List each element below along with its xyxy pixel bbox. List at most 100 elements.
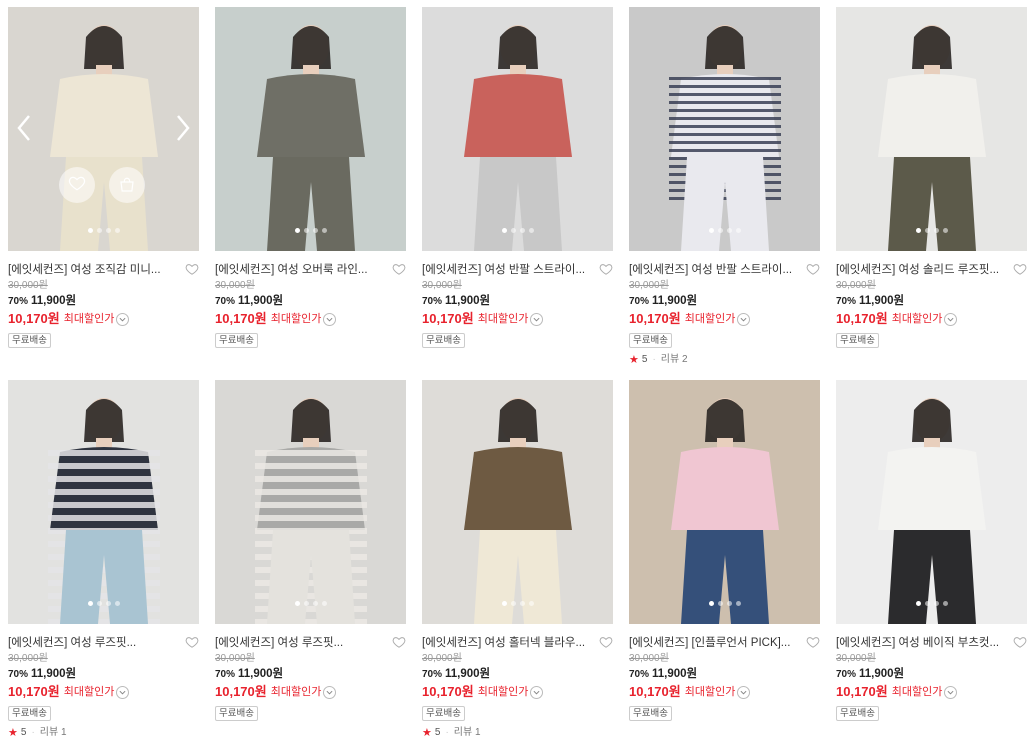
pager-dot[interactable] bbox=[303, 601, 309, 606]
max-discount-toggle[interactable] bbox=[737, 312, 751, 326]
max-discount-toggle[interactable] bbox=[116, 312, 130, 326]
pager-dot[interactable] bbox=[708, 601, 714, 606]
image-pager-dots[interactable] bbox=[629, 228, 820, 233]
product-image-area[interactable] bbox=[8, 7, 199, 251]
pager-dot[interactable] bbox=[942, 228, 948, 233]
product-card[interactable]: [에잇세컨즈] [인플루언서 PICK]... 30,000원 70% 11,900원… bbox=[629, 380, 820, 721]
pager-dot[interactable] bbox=[321, 601, 327, 606]
pager-dot[interactable] bbox=[519, 601, 525, 606]
image-pager-dots[interactable] bbox=[215, 601, 406, 606]
product-title[interactable]: [에잇세컨즈] 여성 홀터넥 블라우... bbox=[422, 634, 590, 650]
pager-dot[interactable] bbox=[303, 228, 309, 233]
review-summary[interactable]: ★ 5 · 리뷰 2 bbox=[629, 354, 820, 366]
product-title[interactable]: [에잇세컨즈] 여성 오버룩 라인... bbox=[215, 261, 383, 277]
product-image-area[interactable] bbox=[836, 7, 1027, 251]
pager-dot[interactable] bbox=[114, 228, 120, 233]
max-discount-toggle[interactable] bbox=[944, 312, 958, 326]
pager-dot[interactable] bbox=[933, 228, 939, 233]
product-title[interactable]: [에잇세컨즈] 여성 루즈핏... bbox=[215, 634, 383, 650]
wishlist-button[interactable] bbox=[392, 262, 406, 276]
max-discount-toggle[interactable] bbox=[323, 312, 337, 326]
image-pager-dots[interactable] bbox=[215, 228, 406, 233]
product-title[interactable]: [에잇세컨즈] [인플루언서 PICK]... bbox=[629, 634, 797, 650]
product-title[interactable]: [에잇세컨즈] 여성 베이직 부츠컷... bbox=[836, 634, 1004, 650]
next-image-button[interactable] bbox=[171, 111, 195, 145]
product-card[interactable]: [에잇세컨즈] 여성 오버룩 라인... 30,000원 70% 11,900원 10,… bbox=[215, 7, 406, 348]
pager-dot[interactable] bbox=[717, 228, 723, 233]
product-card[interactable]: [에잇세컨즈] 여성 반팔 스트라이... 30,000원 70% 11,900원 10… bbox=[629, 7, 820, 366]
wishlist-button[interactable] bbox=[806, 262, 820, 276]
pager-dot[interactable] bbox=[501, 601, 507, 606]
product-card[interactable]: [에잇세컨즈] 여성 베이직 부츠컷... 30,000원 70% 11,900원 10… bbox=[836, 380, 1027, 721]
product-card[interactable]: [에잇세컨즈] 여성 조직감 미니... 30,000원 70% 11,900원 10,… bbox=[8, 7, 199, 348]
product-title[interactable]: [에잇세컨즈] 여성 반팔 스트라이... bbox=[422, 261, 590, 277]
image-pager-dots[interactable] bbox=[629, 601, 820, 606]
product-image-area[interactable] bbox=[836, 380, 1027, 624]
product-photo[interactable] bbox=[629, 7, 820, 251]
pager-dot[interactable] bbox=[528, 601, 534, 606]
image-pager-dots[interactable] bbox=[422, 228, 613, 233]
pager-dot[interactable] bbox=[933, 601, 939, 606]
pager-dot[interactable] bbox=[924, 228, 930, 233]
add-to-cart-button[interactable] bbox=[109, 167, 145, 203]
pager-dot[interactable] bbox=[708, 228, 714, 233]
review-summary[interactable]: ★ 5 · 리뷰 1 bbox=[422, 727, 613, 739]
pager-dot[interactable] bbox=[96, 601, 102, 606]
max-discount-toggle[interactable] bbox=[737, 685, 751, 699]
wishlist-button[interactable] bbox=[806, 635, 820, 649]
max-discount-toggle[interactable] bbox=[530, 312, 544, 326]
pager-dot[interactable] bbox=[105, 228, 111, 233]
product-card[interactable]: [에잇세컨즈] 여성 홀터넥 블라우... 30,000원 70% 11,900원 10… bbox=[422, 380, 613, 739]
product-title[interactable]: [에잇세컨즈] 여성 솔리드 루즈핏... bbox=[836, 261, 1004, 277]
pager-dot[interactable] bbox=[312, 601, 318, 606]
wishlist-overlay-button[interactable] bbox=[59, 167, 95, 203]
pager-dot[interactable] bbox=[510, 228, 516, 233]
product-title[interactable]: [에잇세컨즈] 여성 루즈핏... bbox=[8, 634, 176, 650]
image-pager-dots[interactable] bbox=[8, 228, 199, 233]
pager-dot[interactable] bbox=[915, 228, 921, 233]
wishlist-button[interactable] bbox=[599, 262, 613, 276]
wishlist-button[interactable] bbox=[1013, 262, 1027, 276]
max-discount-toggle[interactable] bbox=[323, 685, 337, 699]
pager-dot[interactable] bbox=[510, 601, 516, 606]
product-photo[interactable] bbox=[629, 380, 820, 624]
prev-image-button[interactable] bbox=[12, 111, 36, 145]
review-summary[interactable]: ★ 5 · 리뷰 1 bbox=[8, 727, 199, 739]
product-photo[interactable] bbox=[215, 7, 406, 251]
product-card[interactable]: [에잇세컨즈] 여성 루즈핏... 30,000원 70% 11,900원 10,170… bbox=[8, 380, 199, 739]
wishlist-button[interactable] bbox=[392, 635, 406, 649]
product-photo[interactable] bbox=[836, 7, 1027, 251]
pager-dot[interactable] bbox=[105, 601, 111, 606]
product-photo[interactable] bbox=[422, 7, 613, 251]
pager-dot[interactable] bbox=[114, 601, 120, 606]
pager-dot[interactable] bbox=[294, 601, 300, 606]
product-image-area[interactable] bbox=[422, 380, 613, 624]
product-photo[interactable] bbox=[215, 380, 406, 624]
product-image-area[interactable] bbox=[629, 380, 820, 624]
product-card[interactable]: [에잇세컨즈] 여성 반팔 스트라이... 30,000원 70% 11,900원 10… bbox=[422, 7, 613, 348]
max-discount-toggle[interactable] bbox=[116, 685, 130, 699]
product-title[interactable]: [에잇세컨즈] 여성 반팔 스트라이... bbox=[629, 261, 797, 277]
product-image-area[interactable] bbox=[629, 7, 820, 251]
pager-dot[interactable] bbox=[726, 601, 732, 606]
product-image-area[interactable] bbox=[215, 7, 406, 251]
product-card[interactable]: [에잇세컨즈] 여성 솔리드 루즈핏... 30,000원 70% 11,900원 10… bbox=[836, 7, 1027, 348]
pager-dot[interactable] bbox=[942, 601, 948, 606]
pager-dot[interactable] bbox=[87, 601, 93, 606]
pager-dot[interactable] bbox=[519, 228, 525, 233]
pager-dot[interactable] bbox=[312, 228, 318, 233]
wishlist-button[interactable] bbox=[185, 262, 199, 276]
pager-dot[interactable] bbox=[96, 228, 102, 233]
max-discount-toggle[interactable] bbox=[530, 685, 544, 699]
product-card[interactable]: [에잇세컨즈] 여성 루즈핏... 30,000원 70% 11,900원 10,170… bbox=[215, 380, 406, 721]
image-pager-dots[interactable] bbox=[8, 601, 199, 606]
product-image-area[interactable] bbox=[422, 7, 613, 251]
pager-dot[interactable] bbox=[735, 228, 741, 233]
pager-dot[interactable] bbox=[321, 228, 327, 233]
pager-dot[interactable] bbox=[915, 601, 921, 606]
pager-dot[interactable] bbox=[501, 228, 507, 233]
pager-dot[interactable] bbox=[294, 228, 300, 233]
wishlist-button[interactable] bbox=[1013, 635, 1027, 649]
wishlist-button[interactable] bbox=[599, 635, 613, 649]
pager-dot[interactable] bbox=[717, 601, 723, 606]
